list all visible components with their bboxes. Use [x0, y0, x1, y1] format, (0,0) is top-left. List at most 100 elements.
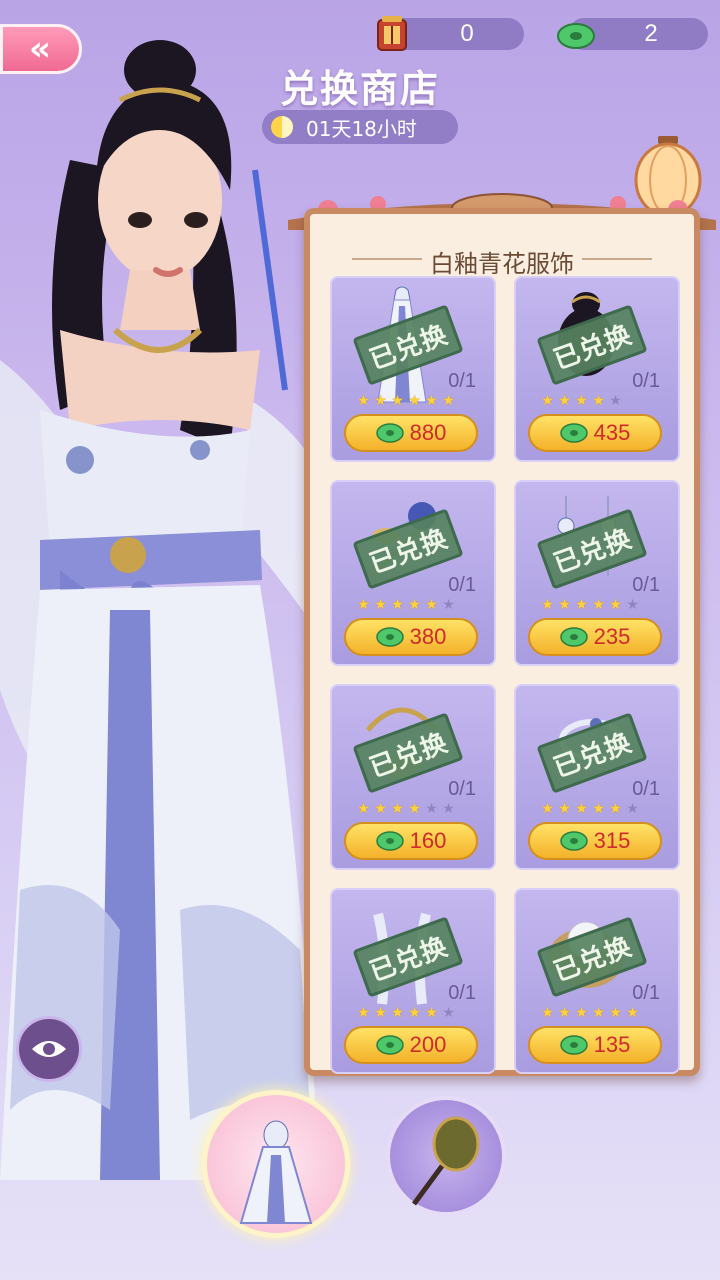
- jade-icon: [559, 627, 588, 647]
- star-icon: ★: [374, 393, 387, 409]
- star-icon: ★: [408, 597, 421, 613]
- star-icon: ★: [391, 1005, 404, 1021]
- shop-item-dress[interactable]: 已兑换 0/1 ★ ★ ★ ★ ★ ★ 880: [330, 276, 496, 462]
- shop-item-sleeves[interactable]: 已兑换 0/1 ★ ★ ★ ★ ★ ★ 200: [330, 888, 496, 1074]
- star-icon: ★: [391, 393, 404, 409]
- price-button[interactable]: 880: [344, 414, 478, 452]
- rarity-stars: ★ ★ ★ ★ ★ ★: [356, 394, 456, 409]
- jade-icon: [375, 1035, 404, 1055]
- jade-icon: [375, 627, 404, 647]
- star-icon: ★: [541, 1005, 554, 1021]
- stock-count: 0/1: [448, 778, 476, 800]
- price-button[interactable]: 160: [344, 822, 478, 860]
- star-icon: ★: [575, 597, 588, 613]
- lantern-token-counter: 0: [377, 16, 524, 51]
- price-value: 160: [409, 828, 447, 853]
- star-icon: ★: [374, 1005, 387, 1021]
- star-icon: ★: [408, 393, 421, 409]
- price-value: 235: [593, 624, 631, 649]
- star-icon: ★: [592, 597, 605, 613]
- stock-count: 0/1: [632, 574, 660, 596]
- star-icon: ★: [408, 1005, 421, 1021]
- stock-count: 0/1: [632, 370, 660, 392]
- jade-icon: [559, 1035, 588, 1055]
- shop-item-hair-ornament[interactable]: 已兑换 0/1 ★ ★ ★ ★ ★ ★ 380: [330, 480, 496, 666]
- price-button[interactable]: 235: [528, 618, 662, 656]
- star-icon: ★: [442, 1005, 455, 1021]
- star-icon: ★: [558, 801, 571, 817]
- stock-count: 0/1: [448, 370, 476, 392]
- price-button[interactable]: 380: [344, 618, 478, 656]
- star-icon: ★: [391, 597, 404, 613]
- rarity-stars: ★ ★ ★ ★ ★ ★: [540, 1006, 640, 1021]
- jade-value: 2: [644, 20, 658, 47]
- price-value: 200: [409, 1032, 447, 1057]
- star-icon: ★: [609, 801, 622, 817]
- star-icon: ★: [609, 1005, 622, 1021]
- price-button[interactable]: 200: [344, 1026, 478, 1064]
- star-icon: ★: [425, 801, 438, 817]
- star-icon: ★: [374, 597, 387, 613]
- moon-icon: [271, 116, 293, 138]
- shop-item-earrings[interactable]: 已兑换 0/1 ★ ★ ★ ★ ★ ★ 235: [514, 480, 680, 666]
- dress-slot-button[interactable]: [202, 1090, 350, 1238]
- price-button[interactable]: 135: [528, 1026, 662, 1064]
- fan-thumbnail-icon: [411, 1116, 480, 1206]
- rarity-stars: ★ ★ ★ ★ ★ ★: [540, 598, 640, 613]
- star-icon: ★: [374, 801, 387, 817]
- star-icon: ★: [442, 393, 455, 409]
- section-title: 白釉青花服饰: [430, 250, 574, 278]
- exchange-shop-panel: 白釉青花服饰 已兑换 0/1 ★ ★ ★ ★ ★ ★ 880 已兑换 0/1 ★ ★ ★ ★ ★ 435 已兑换 0…: [304, 208, 700, 1076]
- stock-count: 0/1: [632, 778, 660, 800]
- back-button[interactable]: «: [0, 24, 82, 74]
- rarity-stars: ★ ★ ★ ★ ★ ★: [540, 802, 640, 817]
- star-icon: ★: [626, 597, 639, 613]
- star-icon: ★: [391, 801, 404, 817]
- jade-icon: [557, 23, 595, 49]
- timer-text: 01天18小时: [306, 116, 417, 141]
- price-value: 315: [593, 828, 631, 853]
- shop-item-bracelet[interactable]: 已兑换 0/1 ★ ★ ★ ★ ★ ★ 315: [514, 684, 680, 870]
- shop-item-hairstyle[interactable]: 已兑换 0/1 ★ ★ ★ ★ ★ 435: [514, 276, 680, 462]
- price-value: 435: [593, 420, 631, 445]
- price-button[interactable]: 315: [528, 822, 662, 860]
- lantern-token-value: 0: [460, 20, 474, 47]
- star-icon: ★: [575, 393, 588, 409]
- jade-icon: [375, 423, 404, 443]
- price-button[interactable]: 435: [528, 414, 662, 452]
- star-icon: ★: [425, 597, 438, 613]
- price-value: 880: [409, 420, 447, 445]
- star-icon: ★: [541, 597, 554, 613]
- star-icon: ★: [558, 393, 571, 409]
- title-divider-right: [582, 258, 652, 260]
- lantern-token-icon: [377, 16, 407, 51]
- shop-item-necklace[interactable]: 已兑换 0/1 ★ ★ ★ ★ ★ ★ 160: [330, 684, 496, 870]
- star-icon: ★: [541, 801, 554, 817]
- star-icon: ★: [558, 1005, 571, 1021]
- stock-count: 0/1: [448, 574, 476, 596]
- page-title: 兑换商店: [279, 67, 440, 111]
- star-icon: ★: [357, 597, 370, 613]
- star-icon: ★: [575, 1005, 588, 1021]
- jade-counter: 2: [557, 18, 708, 50]
- eye-icon: [32, 1041, 66, 1057]
- star-icon: ★: [442, 597, 455, 613]
- star-icon: ★: [592, 1005, 605, 1021]
- star-icon: ★: [442, 801, 455, 817]
- rarity-stars: ★ ★ ★ ★ ★ ★: [356, 802, 456, 817]
- character-illustration: [0, 40, 330, 1180]
- dress-thumbnail-icon: [239, 1120, 313, 1224]
- star-icon: ★: [609, 597, 622, 613]
- fan-slot-button[interactable]: [386, 1096, 506, 1216]
- stock-count: 0/1: [632, 982, 660, 1004]
- jade-icon: [559, 423, 588, 443]
- preview-toggle-button[interactable]: [16, 1016, 82, 1082]
- star-icon: ★: [592, 801, 605, 817]
- star-icon: ★: [541, 393, 554, 409]
- star-icon: ★: [626, 1005, 639, 1021]
- star-icon: ★: [626, 801, 639, 817]
- star-icon: ★: [609, 393, 622, 409]
- shop-item-pearl-ornament[interactable]: 已兑换 0/1 ★ ★ ★ ★ ★ ★ 135: [514, 888, 680, 1074]
- star-icon: ★: [357, 801, 370, 817]
- star-icon: ★: [575, 801, 588, 817]
